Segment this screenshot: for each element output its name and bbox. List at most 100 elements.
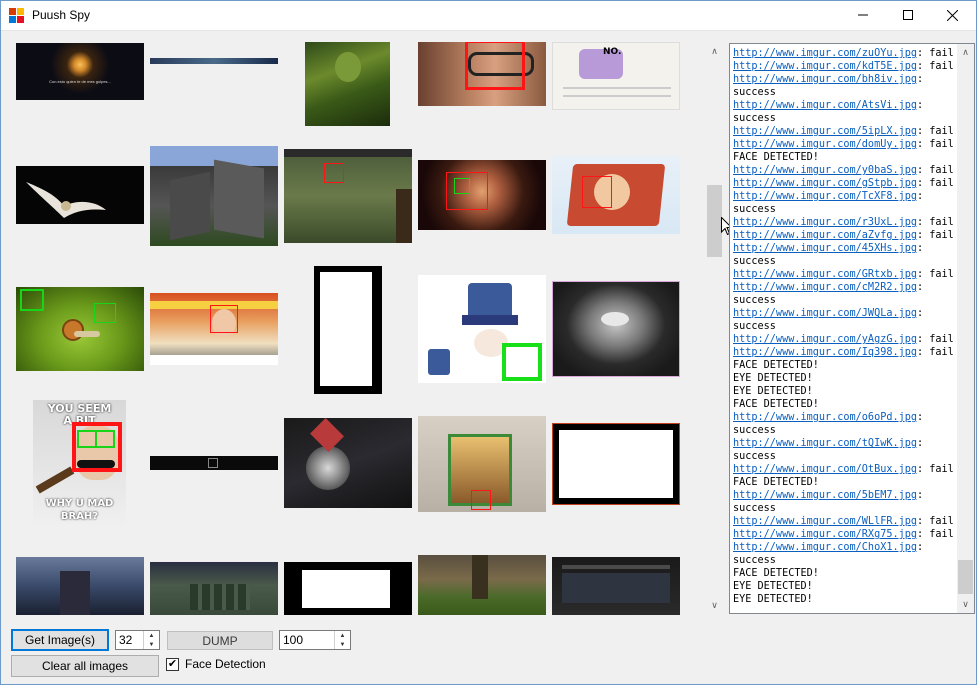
log-result-text: : fail bbox=[917, 269, 954, 280]
dump-limit-spin-buttons[interactable]: ▲ ▼ bbox=[334, 631, 350, 649]
thumb-banner-strip[interactable] bbox=[150, 58, 278, 64]
spin-down-icon[interactable]: ▼ bbox=[144, 640, 159, 649]
log-url-link[interactable]: http://www.imgur.com/AtsVi.jpg bbox=[733, 100, 917, 111]
thumb-facebook-cartoon[interactable] bbox=[418, 275, 546, 383]
clear-images-button[interactable]: Clear all images bbox=[11, 655, 159, 677]
log-url-link[interactable]: http://www.imgur.com/bh8iv.jpg bbox=[733, 74, 917, 85]
log-result-text: : bbox=[917, 438, 924, 449]
scroll-down-icon[interactable]: ∨ bbox=[957, 596, 974, 613]
log-scroll-thumb[interactable] bbox=[958, 560, 973, 594]
thumb-boy-face[interactable] bbox=[418, 160, 546, 230]
log-url-link[interactable]: http://www.imgur.com/Iq398.jpg bbox=[733, 347, 917, 358]
log-url-link[interactable]: http://www.imgur.com/o6oPd.jpg bbox=[733, 412, 917, 423]
log-url-entry: http://www.imgur.com/WLlFR.jpg: fail bbox=[733, 515, 955, 528]
thumb-moon-caption[interactable]: Con esto quien te de mes golpes... bbox=[16, 43, 144, 100]
log-url-link[interactable]: http://www.imgur.com/gStpb.jpg bbox=[733, 178, 917, 189]
spin-up-icon[interactable]: ▲ bbox=[144, 631, 159, 640]
log-url-link[interactable]: http://www.imgur.com/TcXF8.jpg bbox=[733, 191, 917, 202]
thumb-white-blank-wide[interactable] bbox=[552, 423, 680, 505]
minimize-button[interactable] bbox=[840, 0, 885, 30]
dump-limit-stepper[interactable]: 100 ▲ ▼ bbox=[279, 630, 351, 650]
face-detection-box bbox=[582, 176, 612, 208]
image-count-spin-buttons[interactable]: ▲ ▼ bbox=[143, 631, 159, 649]
log-url-link[interactable]: http://www.imgur.com/tQIwK.jpg bbox=[733, 438, 917, 449]
log-url-link[interactable]: http://www.imgur.com/zuOYu.jpg bbox=[733, 48, 917, 59]
thumb-minecraft[interactable] bbox=[150, 146, 278, 246]
log-url-link[interactable]: http://www.imgur.com/aZvfg.jpg bbox=[733, 230, 917, 241]
thumb-old-man-face[interactable] bbox=[418, 42, 546, 106]
thumb-uncharted-box[interactable] bbox=[418, 416, 546, 512]
log-result-text: : fail bbox=[917, 178, 954, 189]
log-url-entry: http://www.imgur.com/GRtxb.jpg: fail bbox=[733, 268, 955, 281]
meme-bottom-text-2: BRAH? bbox=[60, 511, 99, 522]
images-scroll-thumb[interactable] bbox=[707, 185, 722, 257]
log-scrollbar[interactable]: ∧ ∨ bbox=[957, 44, 974, 613]
thumb-game-screenshot[interactable] bbox=[284, 149, 412, 243]
thumb-green-costume[interactable] bbox=[305, 42, 390, 126]
log-url-link[interactable]: http://www.imgur.com/kdT5E.jpg bbox=[733, 61, 917, 72]
thumb-mossy-tree[interactable] bbox=[418, 555, 546, 615]
app-icon bbox=[9, 8, 25, 24]
log-url-link[interactable]: http://www.imgur.com/OtBux.jpg bbox=[733, 464, 917, 475]
thumb-black-white[interactable] bbox=[284, 562, 412, 615]
thumb-cd-plate[interactable] bbox=[552, 281, 680, 377]
log-url-link[interactable]: http://www.imgur.com/yAgzG.jpg bbox=[733, 334, 917, 345]
log-url-link[interactable]: http://www.imgur.com/y0baS.jpg bbox=[733, 165, 917, 176]
images-panel[interactable]: Con esto quien te de mes golpes... NO. Y… bbox=[11, 40, 721, 615]
log-status-entry: success bbox=[733, 555, 776, 566]
log-url-link[interactable]: http://www.imgur.com/5ipLX.jpg bbox=[733, 126, 917, 137]
log-url-link[interactable]: http://www.imgur.com/domUy.jpg bbox=[733, 139, 917, 150]
dump-limit-value[interactable]: 100 bbox=[283, 633, 303, 647]
thumb-meme-groucho[interactable]: YOU SEEM A BIT WHY U MAD BRAH? bbox=[33, 400, 126, 528]
log-url-entry: http://www.imgur.com/aZvfg.jpg: fail bbox=[733, 229, 955, 242]
moon-caption-text: Con esto quien te de mes golpes... bbox=[49, 79, 111, 84]
log-status-entry: success bbox=[733, 113, 776, 124]
log-url-link[interactable]: http://www.imgur.com/r3UxL.jpg bbox=[733, 217, 917, 228]
get-images-button[interactable]: Get Image(s) bbox=[11, 629, 109, 651]
thumb-baby-cake[interactable] bbox=[552, 156, 680, 234]
dump-button[interactable]: DUMP bbox=[167, 631, 273, 650]
spin-down-icon[interactable]: ▼ bbox=[335, 640, 350, 649]
log-url-link[interactable]: http://www.imgur.com/45XHs.jpg bbox=[733, 243, 917, 254]
log-result-text: : fail bbox=[917, 347, 954, 358]
log-url-link[interactable]: http://www.imgur.com/WLlFR.jpg bbox=[733, 516, 917, 527]
thumb-snail[interactable] bbox=[16, 287, 144, 371]
thumb-hallway[interactable] bbox=[16, 557, 144, 615]
scroll-up-icon[interactable]: ∧ bbox=[957, 44, 974, 61]
face-detection-box bbox=[210, 305, 238, 333]
log-output[interactable]: http://www.imgur.com/zuOYu.jpg: fail http… bbox=[729, 43, 975, 614]
close-button[interactable] bbox=[930, 0, 975, 30]
thumb-dark-strip[interactable] bbox=[150, 456, 278, 470]
log-result-text: : fail bbox=[917, 516, 954, 527]
log-url-link[interactable]: http://www.imgur.com/GRtxb.jpg bbox=[733, 269, 917, 280]
log-url-entry: http://www.imgur.com/cM2R2.jpg: bbox=[733, 281, 955, 294]
log-result-text: : bbox=[917, 74, 924, 85]
face-detection-checkbox[interactable]: ✔ bbox=[166, 658, 179, 671]
log-url-link[interactable]: http://www.imgur.com/5bEM7.jpg bbox=[733, 490, 917, 501]
spin-up-icon[interactable]: ▲ bbox=[335, 631, 350, 640]
scroll-up-icon[interactable]: ∧ bbox=[706, 43, 723, 60]
images-scrollbar[interactable]: ∧ ∨ bbox=[706, 43, 723, 614]
image-count-value[interactable]: 32 bbox=[119, 633, 132, 647]
thumb-news-reporter[interactable] bbox=[150, 293, 278, 365]
log-status-entry: FACE DETECTED! bbox=[733, 360, 819, 371]
eye-detection-box bbox=[77, 430, 97, 448]
log-url-link[interactable]: http://www.imgur.com/RXg75.jpg bbox=[733, 529, 917, 540]
image-count-stepper[interactable]: 32 ▲ ▼ bbox=[115, 630, 160, 650]
log-url-link[interactable]: http://www.imgur.com/cM2R2.jpg bbox=[733, 282, 917, 293]
thumb-white-blank-tall[interactable] bbox=[314, 266, 382, 394]
scroll-down-icon[interactable]: ∨ bbox=[706, 597, 723, 614]
face-detection-label[interactable]: Face Detection bbox=[185, 657, 266, 671]
log-url-link[interactable]: http://www.imgur.com/JWQLa.jpg bbox=[733, 308, 917, 319]
thumb-vinyl-obsessed[interactable] bbox=[284, 418, 412, 508]
log-url-entry: http://www.imgur.com/JWQLa.jpg: bbox=[733, 307, 955, 320]
thumb-owl[interactable] bbox=[16, 166, 144, 224]
thumb-pony-comic[interactable]: NO. bbox=[552, 42, 680, 110]
log-result-text: : fail bbox=[917, 48, 954, 59]
eye-detection-box bbox=[20, 289, 44, 311]
log-url-link[interactable]: http://www.imgur.com/ChoX1.jpg bbox=[733, 542, 917, 553]
maximize-button[interactable] bbox=[885, 0, 930, 30]
eye-detection-box bbox=[94, 303, 116, 323]
thumb-soldiers[interactable] bbox=[150, 562, 278, 615]
thumb-dark-screenshot[interactable] bbox=[552, 557, 680, 615]
